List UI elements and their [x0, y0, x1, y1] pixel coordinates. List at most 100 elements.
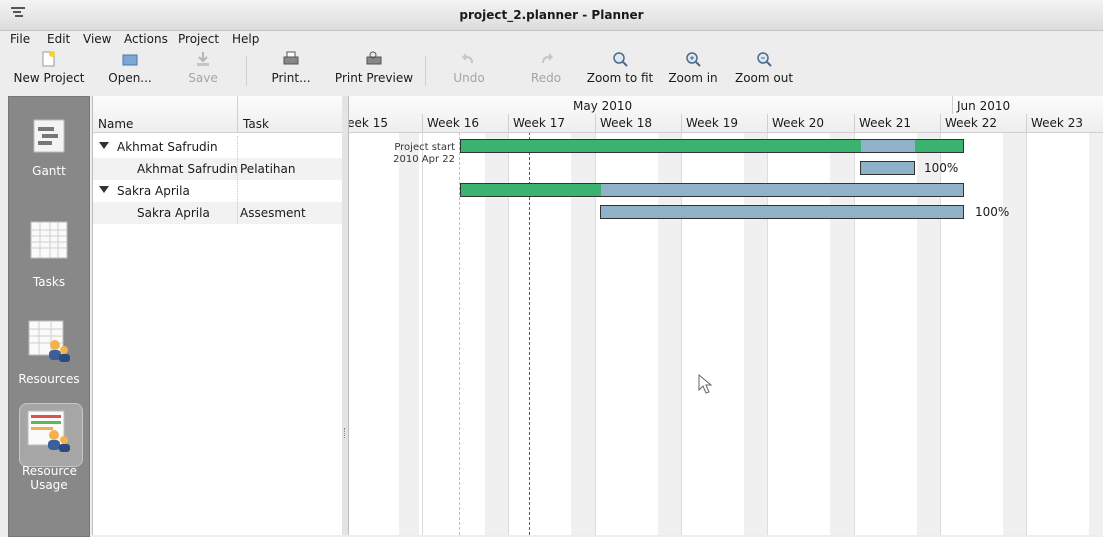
- redo-button[interactable]: Redo: [522, 50, 570, 90]
- save-label: Save: [188, 71, 218, 85]
- column-header-task-label: Task: [243, 117, 269, 131]
- month-label: Jun 2010: [957, 99, 1011, 113]
- sidebar-item-resource-usage[interactable]: Resource Usage: [9, 409, 89, 492]
- print-label: Print...: [271, 71, 311, 85]
- print-button[interactable]: Print...: [262, 50, 320, 90]
- project-start-label: Project start: [394, 142, 455, 153]
- toolbar-separator: [246, 56, 247, 86]
- sidebar-label-resource-usage: Resource Usage: [22, 464, 78, 492]
- expander-icon[interactable]: [99, 186, 109, 193]
- week-label-cell: Week 18: [595, 114, 682, 132]
- zoom-out-button[interactable]: Zoom out: [733, 50, 795, 90]
- table-row[interactable]: Sakra Aprila: [93, 180, 343, 202]
- column-header-task[interactable]: Task: [238, 96, 344, 133]
- new-project-icon: [42, 51, 55, 67]
- row-name: Sakra Aprila: [137, 206, 210, 220]
- save-icon: [197, 52, 209, 66]
- redo-label: Redo: [530, 71, 562, 85]
- save-button[interactable]: Save: [178, 50, 228, 90]
- month-divider: [952, 96, 953, 114]
- week-label: Week 16: [427, 116, 479, 130]
- week-label-cell: Week 23: [1026, 114, 1103, 132]
- zoom-in-label: Zoom in: [668, 71, 718, 85]
- resource-summary-segment: [861, 140, 915, 152]
- menu-bar: File Edit View Actions Project Help: [0, 31, 1103, 49]
- sidebar-item-gantt[interactable]: Gantt: [9, 119, 89, 178]
- row-name: Akhmat Safrudin: [137, 162, 238, 176]
- assignment-percent: 100%: [924, 161, 959, 175]
- week-label: Week 21: [859, 116, 911, 130]
- splitter-grip[interactable]: [344, 428, 347, 438]
- open-label: Open...: [108, 71, 152, 85]
- row-task: Pelatihan: [240, 162, 296, 176]
- month-label: May 2010: [573, 99, 633, 113]
- gridline: [1026, 132, 1027, 535]
- week-label: Week 23: [1031, 116, 1083, 130]
- zoom-to-fit-icon: [613, 52, 628, 67]
- sidebar-item-tasks[interactable]: Tasks: [9, 221, 89, 289]
- print-preview-button[interactable]: Print Preview: [333, 50, 415, 90]
- week-label-cell: Week 16: [422, 114, 509, 132]
- zoom-to-fit-label: Zoom to fit: [586, 71, 654, 85]
- undo-label: Undo: [453, 71, 485, 85]
- zoom-in-icon: [686, 52, 701, 67]
- sidebar-item-resources[interactable]: Resources: [9, 319, 89, 386]
- new-project-button[interactable]: New Project: [10, 50, 88, 90]
- column-header-name-label: Name: [98, 117, 134, 131]
- resource-summary-segment: [461, 184, 601, 196]
- resource-usage-icon: [27, 410, 70, 452]
- assignment-bar[interactable]: [860, 161, 915, 175]
- resources-icon: [28, 320, 70, 362]
- week-label: Week 20: [772, 116, 824, 130]
- open-icon: [122, 54, 138, 66]
- column-divider: [237, 136, 239, 224]
- week-label: Week 19: [686, 116, 738, 130]
- menu-help[interactable]: Help: [232, 32, 259, 46]
- menu-view[interactable]: View: [83, 32, 111, 46]
- print-preview-label: Print Preview: [334, 71, 414, 85]
- zoom-in-button[interactable]: Zoom in: [665, 50, 721, 90]
- tasks-icon: [30, 221, 68, 259]
- week-label: Week 17: [513, 116, 565, 130]
- week-label-cell: Week 20: [767, 114, 854, 132]
- sidebar-label-gantt: Gantt: [32, 164, 66, 178]
- print-preview-icon: [366, 51, 382, 65]
- gridline: [422, 132, 423, 535]
- zoom-out-icon: [757, 52, 772, 67]
- resource-usage-table: Name Task Akhmat Safrudin Akhmat Safrudi…: [92, 96, 344, 535]
- project-start-annotation: Project start 2010 Apr 22: [379, 142, 455, 166]
- weekend-shade: [1089, 132, 1103, 535]
- timeline-header: May 2010 Jun 2010 Week 15 Week 16 Week 1…: [349, 96, 1103, 133]
- zoom-to-fit-button[interactable]: Zoom to fit: [585, 50, 655, 90]
- open-button[interactable]: Open...: [100, 50, 160, 90]
- redo-icon: [542, 53, 553, 63]
- table-row[interactable]: Akhmat Safrudin: [93, 136, 343, 158]
- undo-icon: [462, 53, 473, 63]
- assignment-bar[interactable]: [600, 205, 964, 219]
- column-header-name[interactable]: Name: [93, 96, 238, 133]
- row-name: Sakra Aprila: [117, 184, 190, 198]
- toolbar-separator: [425, 56, 426, 86]
- expander-icon[interactable]: [99, 142, 109, 149]
- undo-button[interactable]: Undo: [445, 50, 493, 90]
- sidebar-label-tasks: Tasks: [32, 275, 66, 289]
- gantt-icon: [33, 119, 65, 153]
- title-bar: project_2.planner - Planner: [0, 0, 1103, 31]
- week-label: Week 15: [349, 116, 388, 130]
- menu-project[interactable]: Project: [178, 32, 219, 46]
- table-row[interactable]: Sakra Aprila Assesment: [93, 202, 343, 224]
- zoom-out-label: Zoom out: [734, 71, 794, 85]
- toolbar: New Project Open... Save Print... Print …: [0, 50, 1103, 92]
- view-sidebar: Gantt Tasks Resources Resource Usage: [8, 96, 90, 537]
- week-label-cell: Week 15: [349, 114, 418, 132]
- table-row[interactable]: Akhmat Safrudin Pelatihan: [93, 158, 343, 180]
- week-label-cell: Week 19: [681, 114, 768, 132]
- menu-edit[interactable]: Edit: [47, 32, 70, 46]
- week-label-cell: Week 17: [508, 114, 595, 132]
- weekend-shade: [399, 132, 419, 535]
- project-start-date: 2010 Apr 22: [393, 154, 455, 165]
- menu-file[interactable]: File: [10, 32, 30, 46]
- row-task: Assesment: [240, 206, 306, 220]
- menu-actions[interactable]: Actions: [124, 32, 168, 46]
- mouse-cursor-icon: [698, 374, 713, 394]
